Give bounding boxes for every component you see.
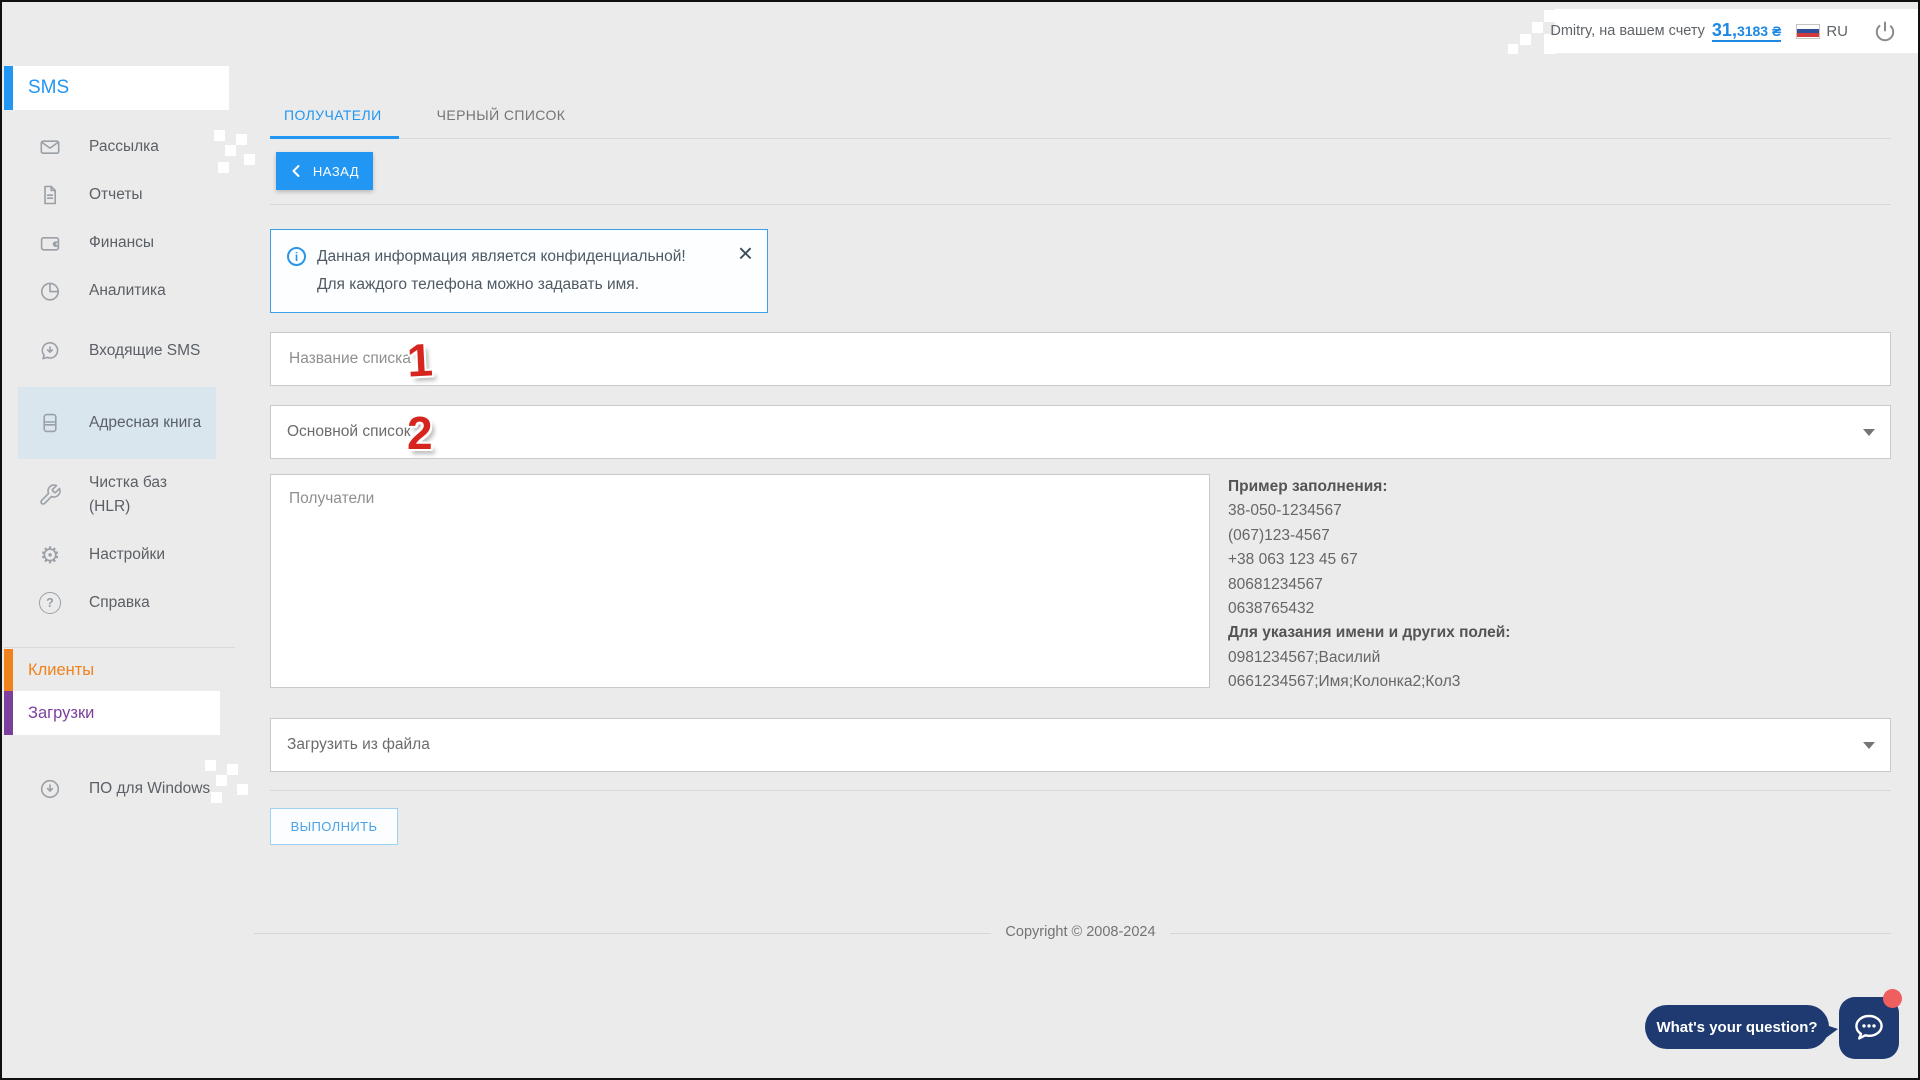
chevron-down-icon	[1863, 429, 1875, 436]
notification-badge	[1883, 989, 1902, 1008]
wallet-icon	[37, 231, 63, 255]
example-phone: 0638765432	[1228, 600, 1315, 618]
incoming-sms-icon	[37, 339, 63, 363]
sidebar-divider	[4, 647, 235, 648]
sidebar-section-sms[interactable]: SMS	[4, 66, 229, 110]
upload-from-file-select[interactable]: Загрузить из файла	[270, 717, 1891, 772]
power-icon	[1875, 21, 1895, 42]
help-icon: ?	[37, 592, 63, 614]
sms-section-title: SMS	[28, 77, 70, 98]
sidebar-item-broadcast[interactable]: Рассылка	[4, 123, 235, 171]
section-divider	[270, 204, 1891, 205]
annotation-1: 1	[405, 333, 434, 387]
sidebar: SMS Рассылка Отчеты Финансы Аналитика Вх…	[4, 66, 255, 825]
chevron-left-icon	[292, 165, 300, 177]
logout-button[interactable]	[1872, 18, 1898, 44]
section-divider	[270, 789, 1891, 791]
sidebar-section-downloads[interactable]: Загрузки	[4, 691, 220, 735]
download-icon	[37, 777, 63, 801]
example-phone: 38-050-1234567	[1228, 502, 1342, 520]
example-field: 0661234567;Имя;Колонка2;Кол3	[1228, 673, 1461, 691]
example-field: 0981234567;Василий	[1228, 648, 1381, 666]
sidebar-section-clients[interactable]: Клиенты	[4, 649, 235, 691]
sidebar-item-settings[interactable]: ⚙ Настройки	[4, 531, 235, 579]
footer: Copyright © 2008-2024	[254, 923, 1891, 943]
execute-button[interactable]: ВЫПОЛНИТЬ	[270, 807, 398, 845]
list-type-value: Основной список	[287, 423, 411, 440]
sidebar-item-incoming-sms[interactable]: Входящие SMS	[4, 315, 235, 387]
mail-icon	[37, 135, 63, 159]
tab-blacklist[interactable]: ЧЕРНЫЙ СПИСОК	[423, 92, 583, 138]
copyright-text: Copyright © 2008-2024	[991, 923, 1170, 940]
recipients-textarea[interactable]	[287, 488, 1197, 678]
sidebar-nav: Рассылка Отчеты Финансы Аналитика Входящ…	[4, 123, 235, 627]
fill-examples: Пример заполнения: 38-050-1234567 (067)1…	[1228, 474, 1510, 695]
topbar: Dmitry, на вашем счету 31,3183 ₴ RU	[1550, 9, 1918, 53]
russian-flag-icon[interactable]	[1796, 23, 1821, 39]
list-name-input[interactable]	[287, 349, 1874, 369]
sidebar-item-windows-software[interactable]: ПО для Windows	[4, 753, 235, 825]
sidebar-item-reports[interactable]: Отчеты	[4, 171, 235, 219]
balance-link[interactable]: 31,3183 ₴	[1711, 21, 1782, 42]
sidebar-item-hlr-cleaning[interactable]: Чистка баз (HLR)	[4, 459, 235, 531]
example-phone: +38 063 123 45 67	[1228, 551, 1358, 569]
examples-heading: Пример заполнения:	[1228, 478, 1388, 495]
app-window: Dmitry, на вашем счету 31,3183 ₴ RU SMS	[0, 0, 1920, 1080]
annotation-2: 2	[407, 407, 433, 459]
chat-prompt-bubble[interactable]: What's your question?	[1645, 1005, 1838, 1049]
pixel-decoration	[1508, 10, 1556, 54]
address-book-icon	[37, 411, 63, 435]
account-text: Dmitry, на вашем счету	[1550, 23, 1705, 39]
info-icon: i	[287, 247, 306, 266]
tab-bar: ПОЛУЧАТЕЛИ ЧЕРНЫЙ СПИСОК	[270, 92, 1891, 139]
list-type-select[interactable]: Основной список 2	[270, 405, 1891, 459]
example-phone: 80681234567	[1228, 575, 1323, 593]
confidential-notice: i Данная информация является конфиденциа…	[270, 229, 768, 313]
chat-bubble-icon	[1855, 1014, 1883, 1040]
notice-line-1: Данная информация является конфиденциаль…	[317, 248, 686, 265]
gear-icon: ⚙	[39, 542, 61, 568]
notice-line-2: Для каждого телефона можно задавать имя.	[317, 276, 639, 293]
main-content: ПОЛУЧАТЕЛИ ЧЕРНЫЙ СПИСОК НАЗАД i Данная …	[254, 92, 1891, 943]
tab-recipients[interactable]: ПОЛУЧАТЕЛИ	[270, 92, 399, 139]
language-switcher[interactable]: RU	[1826, 23, 1848, 40]
sidebar-item-analytics[interactable]: Аналитика	[4, 267, 235, 315]
sidebar-item-address-book[interactable]: Адресная книга	[18, 387, 216, 459]
example-phone: (067)123-4567	[1228, 526, 1330, 544]
sidebar-item-help[interactable]: ? Справка	[4, 579, 235, 627]
report-icon	[37, 183, 63, 207]
recipients-row: Пример заполнения: 38-050-1234567 (067)1…	[270, 474, 1891, 695]
recipients-field[interactable]	[270, 474, 1210, 688]
pie-chart-icon	[37, 279, 63, 303]
chevron-down-icon	[1863, 741, 1875, 749]
sidebar-item-finance[interactable]: Финансы	[4, 219, 235, 267]
list-name-field[interactable]: 1	[270, 332, 1891, 387]
wrench-icon	[37, 483, 63, 507]
back-button[interactable]: НАЗАД	[276, 152, 373, 190]
upload-value: Загрузить из файла	[287, 735, 430, 753]
close-icon[interactable]: ×	[738, 240, 753, 266]
fields-heading: Для указания имени и других полей:	[1228, 624, 1511, 642]
